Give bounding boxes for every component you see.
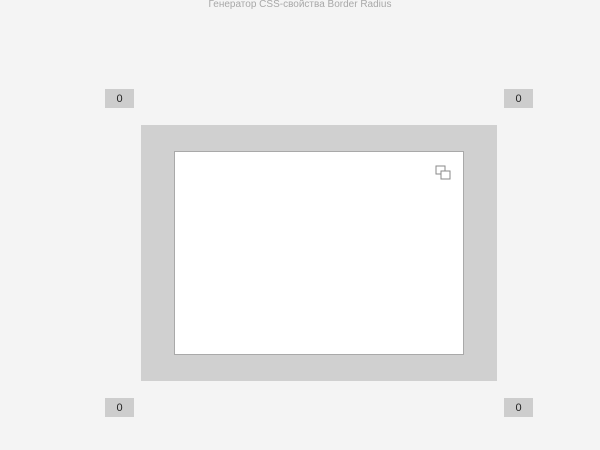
- preview-frame: [141, 125, 497, 381]
- copy-icon: [435, 165, 451, 180]
- top-right-radius-input[interactable]: [504, 89, 533, 108]
- page-title: Генератор CSS-свойства Border Radius: [208, 0, 392, 10]
- top-left-radius-input[interactable]: [105, 89, 134, 108]
- bottom-left-radius-input[interactable]: [105, 398, 134, 417]
- preview-box: [174, 151, 464, 355]
- bottom-right-radius-input[interactable]: [504, 398, 533, 417]
- copy-button[interactable]: [434, 164, 452, 182]
